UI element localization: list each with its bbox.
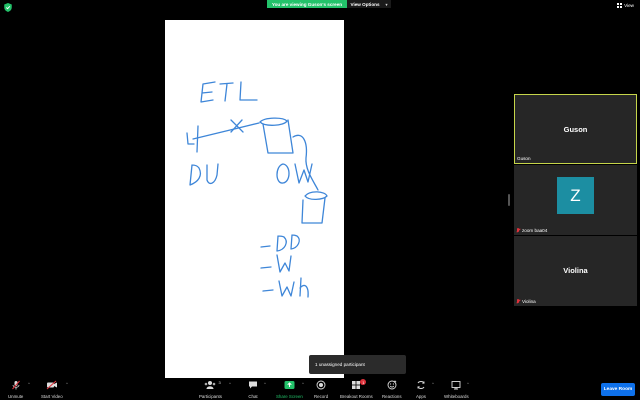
muted-mic-icon (516, 299, 520, 304)
participant-display-name: Violina (563, 266, 588, 275)
view-toggle-button[interactable]: View (617, 3, 634, 8)
breakout-rooms-label: Breakout Rooms (340, 394, 373, 399)
participant-tile[interactable]: Z zoom baa04 (514, 165, 637, 235)
whiteboards-button[interactable]: Whiteboards (444, 380, 469, 399)
breakout-rooms-icon: 1 (351, 379, 367, 390)
participant-tile[interactable]: Guson Guson (514, 94, 637, 164)
participant-display-name: Guson (563, 125, 588, 134)
stroke-wh (262, 277, 309, 298)
stroke-curve (292, 134, 319, 191)
stroke-du (189, 163, 219, 186)
avatar: Z (557, 177, 594, 214)
view-toggle-label: View (624, 3, 634, 8)
stroke-dd (260, 234, 300, 252)
record-label: Record (314, 394, 329, 399)
panel-resize-handle[interactable] (508, 194, 510, 206)
chat-options-caret[interactable]: ^ (264, 381, 266, 386)
chat-label: Chat (248, 394, 258, 399)
view-options-label: View Options (350, 1, 380, 7)
participant-tile[interactable]: Violina Violina (514, 236, 637, 306)
video-off-icon (46, 380, 58, 390)
apps-options-caret[interactable]: ^ (432, 381, 434, 386)
security-shield-icon[interactable] (4, 3, 12, 12)
unmute-button[interactable]: Unmute (8, 380, 23, 399)
reactions-label: Reactions (382, 394, 402, 399)
share-screen-button[interactable]: Share Screen (276, 380, 303, 399)
record-icon (316, 380, 326, 390)
participants-count: 3 (218, 380, 221, 385)
participants-icon: 3 (204, 380, 221, 390)
stroke-w (260, 254, 292, 273)
whiteboard-drawing (186, 81, 328, 298)
video-options-caret[interactable]: ^ (66, 381, 68, 386)
screen-share-banner: You are viewing Guson's screen (267, 0, 347, 8)
stroke-cylinder-top (259, 117, 294, 154)
whiteboards-options-caret[interactable]: ^ (467, 381, 469, 386)
start-video-button[interactable]: Start Video (41, 380, 63, 399)
unmute-label: Unmute (8, 394, 24, 399)
shared-screen[interactable] (165, 20, 344, 380)
view-options-button[interactable]: View Options ▾ (347, 0, 391, 8)
apps-label: Apps (416, 394, 427, 399)
chat-icon (248, 380, 258, 390)
share-screen-icon (284, 380, 295, 390)
chat-button[interactable]: Chat (248, 380, 258, 399)
record-button[interactable]: Record (314, 380, 328, 399)
participants-button[interactable]: 3 Participants (199, 380, 222, 399)
muted-mic-icon (516, 228, 520, 233)
stroke-x (192, 119, 260, 140)
muted-mic-icon (11, 380, 21, 390)
unassigned-participant-toast[interactable]: 1 unassigned participant (309, 355, 406, 374)
participants-label: Participants (199, 394, 222, 399)
chevron-down-icon: ▾ (385, 1, 388, 7)
share-options-caret[interactable]: ^ (302, 381, 304, 386)
reactions-icon (387, 380, 397, 390)
audio-options-caret[interactable]: ^ (28, 381, 30, 386)
apps-button[interactable]: Apps (416, 380, 426, 399)
reactions-button[interactable]: Reactions (382, 380, 402, 399)
participant-label: Guson (517, 156, 531, 161)
stroke-etl (200, 81, 258, 103)
apps-icon (416, 380, 426, 390)
share-screen-label: Share Screen (276, 394, 303, 399)
breakout-rooms-button[interactable]: 1 Breakout Rooms (340, 379, 373, 399)
breakout-badge: 1 (360, 379, 367, 385)
grid-view-icon (617, 3, 623, 8)
participants-options-caret[interactable]: ^ (229, 381, 231, 386)
participant-label: zoom baa04 (516, 228, 547, 233)
leave-room-button[interactable]: Leave Room (601, 383, 635, 396)
stroke-cylinder-bottom (301, 191, 328, 224)
participant-label: Violina (516, 299, 536, 304)
whiteboards-label: Whiteboards (444, 394, 469, 399)
start-video-label: Start Video (41, 394, 63, 399)
meeting-toolbar: Unmute ^ Start Video ^ 3 Participants ^ (0, 378, 640, 400)
whiteboards-icon (451, 380, 461, 390)
